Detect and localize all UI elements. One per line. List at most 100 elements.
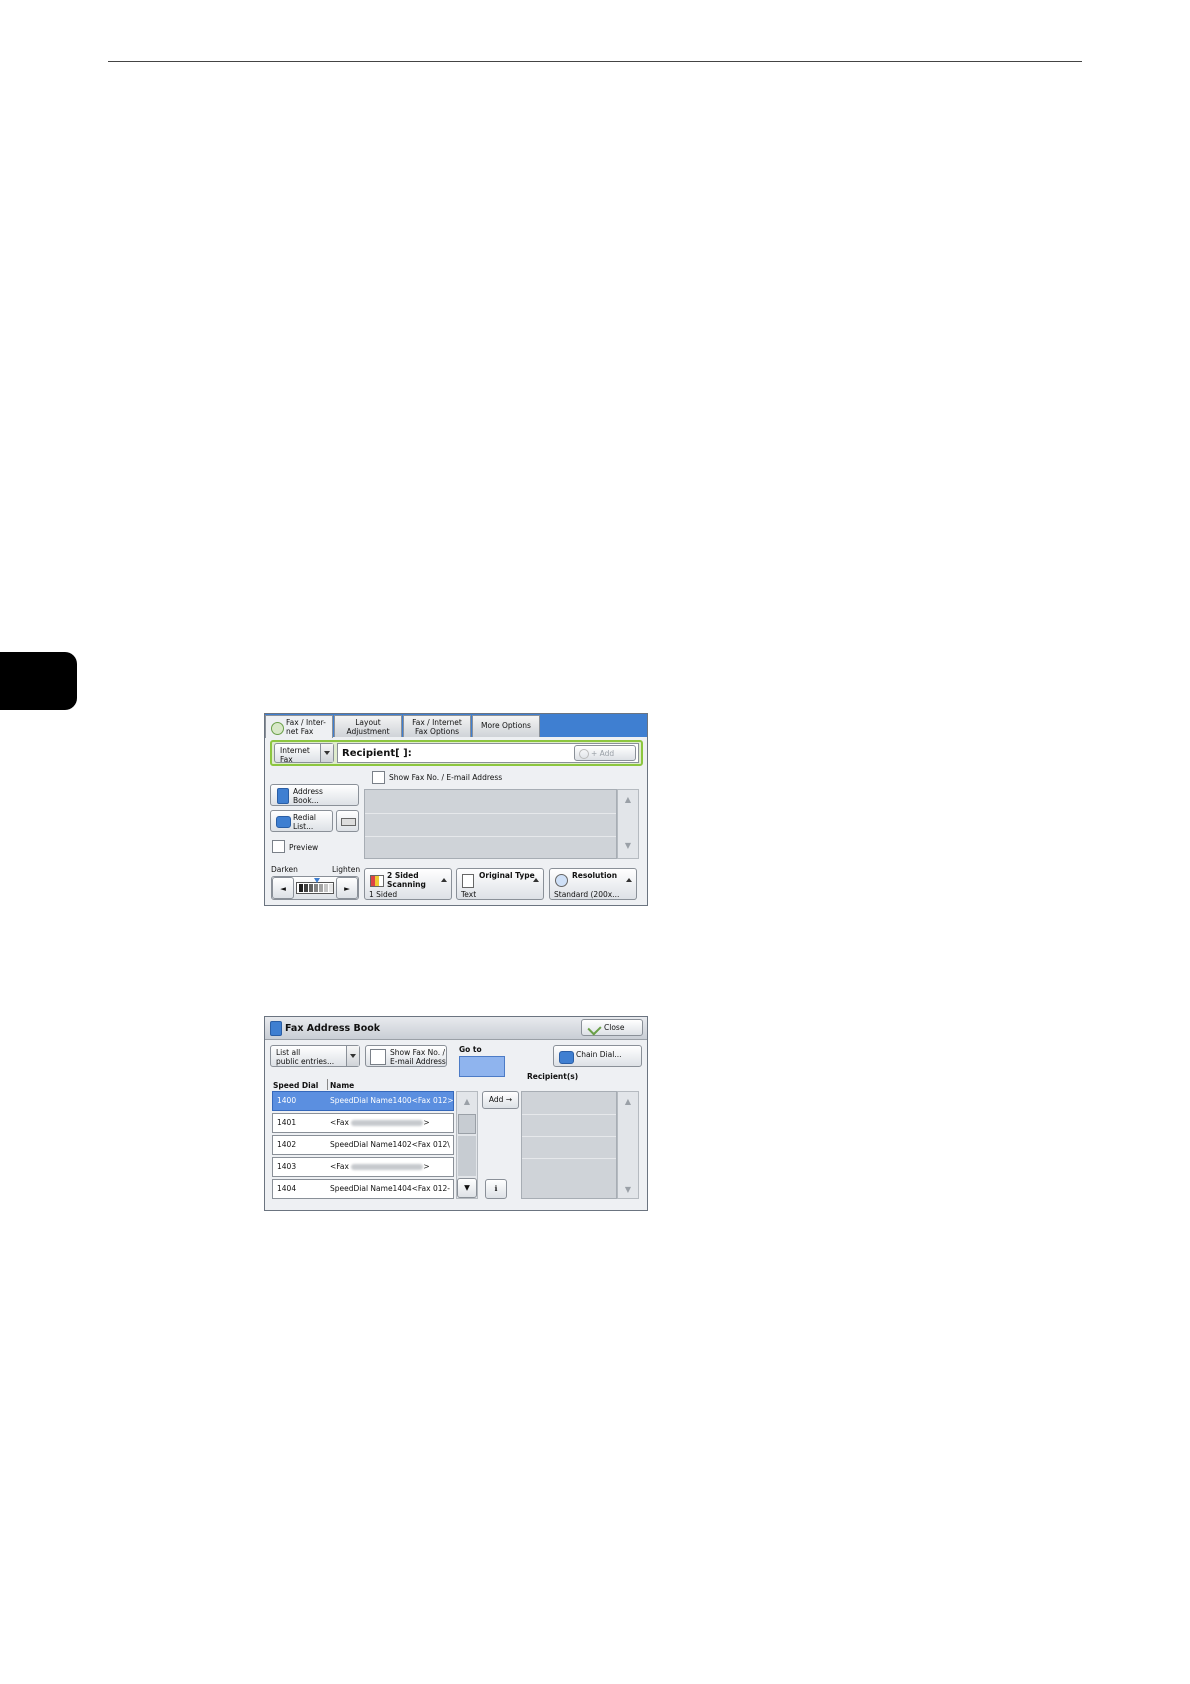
book-icon [270,1021,282,1036]
tab-fax-options[interactable]: Fax / Internet Fax Options [403,715,471,737]
list-divider [522,1114,616,1115]
chain-dial-label: Chain Dial... [576,1050,622,1059]
chevron-down-icon [346,1046,359,1066]
tab-layout-adjustment[interactable]: Layout Adjustment [334,715,402,737]
show-fax-checkbox[interactable] [370,1049,386,1065]
show-fax-label: E-mail Address [390,1057,446,1066]
table-row[interactable]: 1401 <Fax > [272,1113,454,1133]
tab-fax-internet-fax[interactable]: Fax / Inter- net Fax [265,715,333,738]
preview-label: Preview [289,843,319,852]
tab-label: Layout [355,718,381,727]
show-fax-toggle[interactable]: Show Fax No. / E-mail Address [365,1045,447,1067]
speed-dial-cell: 1403 [277,1162,297,1171]
list-divider [365,813,616,814]
recipient-bar: Internet Fax Recipient[ ]: + Add [270,740,643,766]
recipient-list[interactable] [364,789,617,859]
speed-dial-cell: 1402 [277,1140,297,1149]
name-cell: <Fax > [330,1158,430,1176]
lighten-button[interactable]: ► [336,877,358,899]
two-sided-scanning-button[interactable]: 2 Sided Scanning 1 Sided [364,868,452,900]
recipient-scrollbar[interactable]: ▲ ▼ [617,789,639,859]
darken-button[interactable]: ◄ [272,877,294,899]
scroll-up-icon: ▲ [463,1097,471,1106]
fax-address-book-screen: Fax Address Book Close List all public e… [264,1016,648,1211]
phone-icon [559,1051,574,1064]
check-icon [271,722,284,735]
keyboard-button[interactable] [336,810,359,832]
check-icon [587,1021,602,1036]
column-header-name[interactable]: Name [330,1081,354,1090]
tab-label: Fax / Internet [412,718,462,727]
tab-label: Fax Options [415,727,459,736]
table-row[interactable]: 1402 SpeedDial Name1402<Fax 012\ [272,1135,454,1155]
table-row[interactable]: 1400 SpeedDial Name1400<Fax 012> [272,1091,454,1111]
tab-bar: Fax / Inter- net Fax Layout Adjustment F… [265,714,647,738]
density-step [329,884,333,892]
two-sided-value: 1 Sided [369,890,398,899]
address-book-button[interactable]: Address Book... [270,784,359,806]
add-button[interactable]: + Add [574,745,636,761]
density-step [324,884,328,892]
name-suffix: > [423,1162,430,1171]
list-divider [365,836,616,837]
list-filter-dropdown[interactable]: List all public entries... [270,1045,360,1067]
fax-type-dropdown[interactable]: Internet Fax [274,743,334,764]
scroll-down-icon: ▼ [624,1185,632,1194]
density-step [319,884,323,892]
tab-more-options[interactable]: More Options [472,715,540,737]
density-control: ◄ ► [271,876,359,900]
redacted-text [351,1120,424,1126]
selected-recipients-list[interactable] [521,1091,617,1199]
tab-label: net Fax [286,727,314,736]
info-icon: ℹ [494,1184,498,1193]
page-title: Fax Address Book [285,1023,381,1034]
density-step [309,884,313,892]
scroll-down-icon: ▼ [624,841,632,850]
two-sided-icon [370,875,384,887]
chapter-tab [0,652,77,710]
density-step [314,884,318,892]
density-marker-icon [314,878,320,883]
original-type-value: Text [461,890,477,899]
scroll-thumb[interactable] [458,1114,476,1134]
add-recipient-button[interactable]: Add → [482,1091,519,1109]
scroll-down-button[interactable]: ▼ [457,1178,477,1198]
recipient-input[interactable]: Recipient[ ]: + Add [337,743,639,763]
scroll-up-icon: ▲ [624,795,632,804]
density-step [299,884,303,892]
speed-dial-cell: 1400 [277,1096,297,1105]
table-row[interactable]: 1404 SpeedDial Name1404<Fax 012- [272,1179,454,1199]
go-to-input[interactable] [459,1056,505,1077]
document-icon [462,874,474,888]
magnifier-icon [555,874,568,887]
name-cell: <Fax > [330,1114,430,1132]
go-to-label: Go to [459,1045,482,1054]
close-button[interactable]: Close [581,1019,643,1036]
tab-label: More Options [481,721,531,730]
list-divider [522,1136,616,1137]
chevron-down-icon [320,744,333,762]
scroll-up-icon: ▲ [624,1097,632,1106]
redial-label: List... [293,822,314,831]
tab-label: Fax / Inter- [286,718,326,727]
table-row[interactable]: 1403 <Fax > [272,1157,454,1177]
preview-checkbox[interactable] [272,840,285,853]
original-type-button[interactable]: Original Type Text [456,868,544,900]
resolution-button[interactable]: Resolution Standard (200x... [549,868,637,900]
column-divider [327,1079,328,1090]
tab-label: Adjustment [346,727,390,736]
column-header-speed-dial[interactable]: Speed Dial [273,1081,318,1090]
list-scrollbar[interactable]: ▲ ▼ [456,1091,478,1199]
add-label: + Add [591,749,615,758]
density-step [304,884,308,892]
recipients-label: Recipient(s) [527,1072,579,1081]
recipients-scrollbar[interactable]: ▲ ▼ [617,1091,639,1199]
name-cell: SpeedDial Name1400<Fax 012> [330,1096,454,1105]
chevron-up-icon [441,878,447,882]
chain-dial-button[interactable]: Chain Dial... [553,1045,642,1067]
name-text: <Fax [330,1118,349,1127]
show-fax-checkbox[interactable] [372,771,385,784]
book-icon [277,788,289,804]
info-button[interactable]: ℹ [485,1179,507,1199]
redial-list-button[interactable]: Redial List... [270,810,333,832]
